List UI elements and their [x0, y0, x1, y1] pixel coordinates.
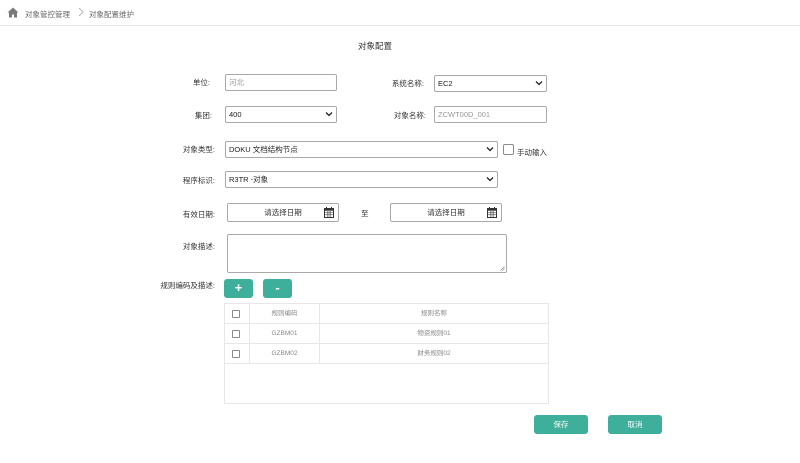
group-label: 集团: [194, 111, 212, 120]
table-header-row: 规则编码 规则名称 [225, 304, 548, 324]
object-name-input[interactable]: ZCWT00D_001 [434, 106, 547, 123]
rules-label: 规则编码及描述: [160, 281, 215, 290]
unit-label: 单位: [192, 78, 210, 87]
object-type-select[interactable]: DOKU 文档结构节点 [225, 141, 498, 158]
save-button[interactable]: 保存 [534, 415, 588, 434]
end-date-placeholder: 请选择日期 [427, 208, 465, 217]
manual-input-checkbox[interactable] [503, 144, 514, 155]
date-range-to: 至 [361, 209, 369, 218]
group-select[interactable]: 400 [225, 106, 337, 123]
object-name-placeholder: ZCWT00D_001 [438, 110, 491, 119]
table-row[interactable]: GZBM02 财务规则02 [225, 344, 548, 364]
unit-placeholder: 河北 [229, 78, 244, 87]
start-date-placeholder: 请选择日期 [264, 208, 302, 217]
table-row[interactable]: GZBM01 物资规则01 [225, 324, 548, 344]
chevron-down-icon [486, 147, 494, 152]
object-name-label: 对象名称: [393, 111, 426, 120]
column-header-name: 规则名称 [421, 310, 447, 317]
rule-name-cell: 物资规则01 [417, 330, 451, 337]
chevron-down-icon [486, 177, 494, 182]
system-name-value: EC2 [438, 79, 453, 88]
chevron-down-icon [325, 112, 333, 117]
row-checkbox[interactable] [232, 330, 240, 338]
select-all-checkbox[interactable] [232, 310, 240, 318]
column-header-code: 规则编码 [271, 310, 298, 317]
resize-grip-icon[interactable] [500, 266, 505, 271]
start-date-picker[interactable]: 请选择日期 [227, 203, 339, 222]
rule-code-cell: GZBM01 [271, 330, 298, 337]
system-name-select[interactable]: EC2 [434, 75, 547, 92]
chevron-right-icon [78, 7, 84, 17]
object-desc-label: 对象描述: [182, 242, 215, 251]
row-checkbox[interactable] [232, 350, 240, 358]
rule-name-cell: 财务规则02 [417, 350, 451, 357]
system-name-label: 系统名称: [391, 79, 424, 88]
rule-code-cell: GZBM02 [271, 350, 298, 357]
calendar-icon[interactable] [324, 207, 334, 218]
manual-input-label: 手动输入 [517, 148, 547, 157]
cancel-button[interactable]: 取消 [608, 415, 662, 434]
object-type-value: DOKU 文档结构节点 [229, 145, 298, 154]
add-rule-button[interactable]: + [224, 279, 253, 298]
program-id-label: 程序标识: [182, 176, 215, 185]
object-desc-textarea[interactable] [227, 234, 507, 273]
breadcrumb-item-object-control[interactable]: 对象管控管理 [25, 9, 70, 20]
remove-rule-button[interactable]: - [263, 279, 292, 298]
chevron-down-icon [535, 81, 543, 86]
group-value: 400 [229, 110, 242, 119]
program-id-value: R3TR -对象 [229, 175, 269, 184]
rules-table: 规则编码 规则名称 GZBM01 物资规则01 GZBM02 财务规则02 [224, 303, 549, 404]
end-date-picker[interactable]: 请选择日期 [390, 203, 502, 222]
unit-input[interactable]: 河北 [225, 74, 337, 91]
valid-date-label: 有效日期: [182, 210, 215, 219]
page-title: 对象配置 [357, 41, 392, 51]
breadcrumb-item-object-config: 对象配置维护 [89, 10, 134, 19]
home-icon[interactable] [7, 7, 19, 18]
program-id-select[interactable]: R3TR -对象 [225, 171, 498, 188]
calendar-icon[interactable] [487, 207, 497, 218]
breadcrumb: 对象管控管理 对象配置维护 [0, 0, 800, 26]
object-type-label: 对象类型: [182, 145, 215, 154]
